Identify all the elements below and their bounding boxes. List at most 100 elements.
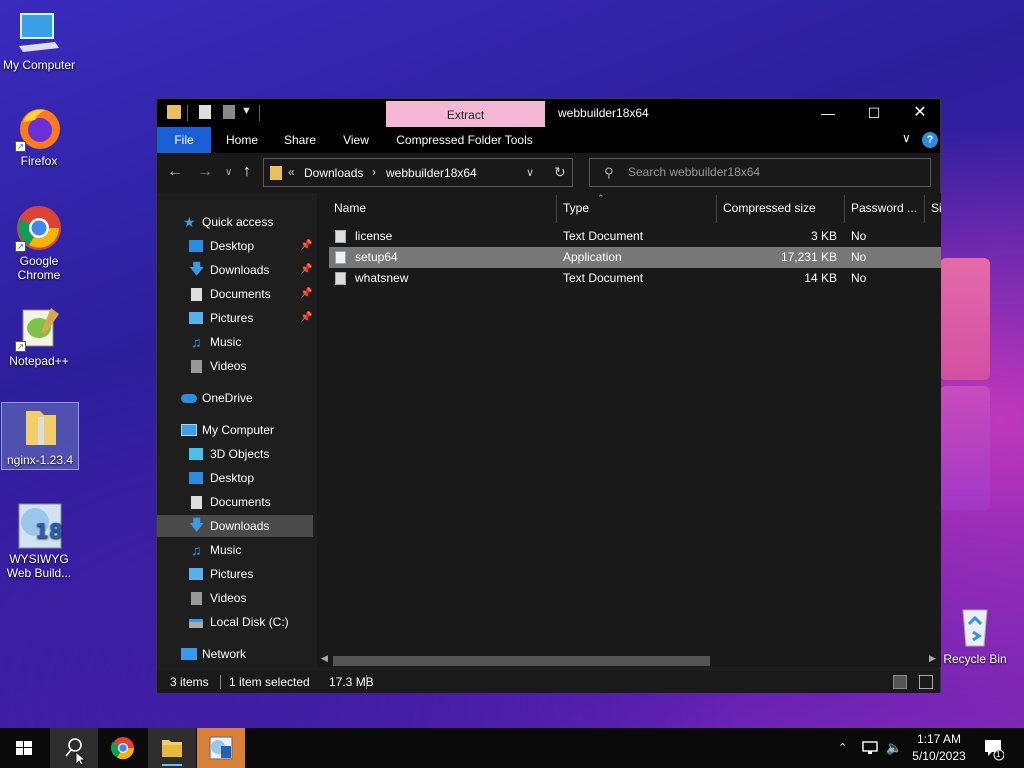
tab-share[interactable]: Share <box>275 127 325 153</box>
breadcrumb-webbuilder18x64[interactable]: webbuilder18x64 <box>386 166 477 180</box>
close-button[interactable]: ✕ <box>897 99 943 127</box>
text-document-icon <box>335 272 346 285</box>
properties-icon[interactable] <box>199 105 211 119</box>
forward-arrow-icon[interactable]: → <box>197 163 213 181</box>
column-header-name[interactable]: Name <box>334 197 366 219</box>
file-type: Text Document <box>563 229 644 243</box>
file-row-setup64[interactable]: setup64 Application 17,231 KB No <box>329 247 941 268</box>
help-icon[interactable]: ? <box>922 132 938 148</box>
taskbar-search-button[interactable] <box>50 728 98 768</box>
sidebar-item-desktop[interactable]: Desktop <box>157 467 313 489</box>
desktop-icon-wysiwyg-web-builder[interactable]: 18 WYSIWYG Web Build... <box>0 502 78 580</box>
start-button[interactable] <box>0 728 48 768</box>
desktop-icon-google-chrome[interactable]: ↗ Google Chrome <box>0 204 78 282</box>
column-separator[interactable] <box>924 195 925 223</box>
sidebar-item-network[interactable]: Network <box>157 643 313 665</box>
column-separator[interactable] <box>556 195 557 223</box>
pin-icon[interactable]: 📌 <box>300 259 312 281</box>
recent-locations-chevron-icon[interactable]: ∨ <box>225 167 232 178</box>
sidebar-item-videos-quick[interactable]: Videos <box>157 355 313 377</box>
notification-center-button[interactable]: 1 <box>982 728 1006 768</box>
wallpaper-logo-pane-bottom <box>940 386 990 510</box>
zip-folder-icon <box>16 403 64 451</box>
sidebar-item-documents[interactable]: Documents <box>157 491 313 513</box>
system-clock[interactable]: 1:17 AM 5/10/2023 <box>900 731 978 765</box>
pictures-icon <box>189 568 203 580</box>
desktop-icon-nginx-folder[interactable]: nginx-1.23.4 <box>1 402 79 470</box>
web-builder-icon <box>209 736 233 760</box>
desktop-icon <box>189 472 203 484</box>
show-hidden-icons-chevron[interactable]: ⌃ <box>838 728 847 768</box>
taskbar-web-builder[interactable] <box>197 728 245 768</box>
sidebar-item-videos[interactable]: Videos <box>157 587 313 609</box>
sidebar-item-desktop-quick[interactable]: Desktop 📌 <box>157 235 313 257</box>
sidebar-item-downloads-quick[interactable]: 🡇 Downloads 📌 <box>157 259 313 281</box>
firefox-icon: ↗ <box>15 104 63 152</box>
column-header-password[interactable]: Password ... <box>851 197 917 219</box>
sidebar-item-music[interactable]: ♫ Music <box>157 539 313 561</box>
column-header-type[interactable]: Type <box>563 197 589 219</box>
pin-icon[interactable]: 📌 <box>300 307 312 329</box>
text-document-icon <box>335 230 346 243</box>
breadcrumb-downloads[interactable]: Downloads <box>304 166 363 180</box>
customize-quick-access-icon[interactable]: ▼ <box>241 105 252 121</box>
sidebar-item-pictures-quick[interactable]: Pictures 📌 <box>157 307 313 329</box>
tab-view[interactable]: View <box>331 127 381 153</box>
desktop-icon-recycle-bin[interactable]: Recycle Bin <box>936 602 1014 666</box>
ribbon-tabs: File Home Share View Compressed Folder T… <box>157 127 940 153</box>
address-bar[interactable]: « Downloads › webbuilder18x64 ∨ ↻ <box>263 158 573 187</box>
sidebar-item-pictures[interactable]: Pictures <box>157 563 313 585</box>
details-view-icon[interactable] <box>893 675 907 689</box>
desktop-icon-firefox[interactable]: ↗ Firefox <box>0 104 78 168</box>
network-status-icon[interactable] <box>862 741 880 755</box>
column-header-compressed-size[interactable]: Compressed size <box>723 197 816 219</box>
scrollbar-thumb[interactable] <box>333 656 710 666</box>
taskbar-chrome[interactable] <box>99 728 147 768</box>
file-row-whatsnew[interactable]: whatsnew Text Document 14 KB No <box>329 268 941 289</box>
pin-icon[interactable]: 📌 <box>300 283 312 305</box>
wallpaper-logo-pane-top <box>940 258 990 380</box>
sidebar-item-local-disk[interactable]: Local Disk (C:) <box>157 611 313 633</box>
desktop-icon-notepad-plus-plus[interactable]: ↗ Notepad++ <box>0 304 78 368</box>
back-arrow-icon[interactable]: ← <box>167 163 183 181</box>
cube-icon <box>189 448 203 460</box>
column-separator[interactable] <box>844 195 845 223</box>
extract-context-tab[interactable]: Extract <box>386 101 545 128</box>
sidebar-item-quick-access[interactable]: ★ Quick access <box>157 211 313 233</box>
column-header-size[interactable]: Siz <box>931 197 941 219</box>
sidebar-item-my-computer[interactable]: My Computer <box>157 419 313 441</box>
shortcut-arrow-icon: ↗ <box>15 241 26 252</box>
minimize-button[interactable]: — <box>805 99 851 127</box>
shortcut-arrow-icon: ↗ <box>15 341 26 352</box>
sidebar-item-music-quick[interactable]: ♫ Music <box>157 331 313 353</box>
desktop-icon-label: nginx-1.23.4 <box>6 453 74 467</box>
file-row-license[interactable]: license Text Document 3 KB No <box>329 226 941 247</box>
scroll-left-arrow-icon[interactable]: ◀ <box>321 653 328 664</box>
tab-compressed-folder-tools[interactable]: Compressed Folder Tools <box>387 127 542 153</box>
search-box[interactable]: ⚲ <box>589 158 931 187</box>
sidebar-item-documents-quick[interactable]: Documents 📌 <box>157 283 313 305</box>
window-title: webbuilder18x64 <box>558 106 649 120</box>
sidebar-item-downloads[interactable]: 🡇 Downloads <box>157 515 313 537</box>
sidebar-item-onedrive[interactable]: OneDrive <box>157 387 313 409</box>
horizontal-scrollbar[interactable]: ◀ ▶ <box>317 653 941 667</box>
refresh-icon[interactable]: ↻ <box>554 164 566 181</box>
new-folder-icon[interactable] <box>223 105 235 119</box>
up-arrow-icon[interactable]: ↑ <box>243 163 251 181</box>
column-separator[interactable] <box>716 195 717 223</box>
pin-icon[interactable]: 📌 <box>300 235 312 257</box>
breadcrumb-overflow-icon[interactable]: « <box>288 165 295 179</box>
expand-ribbon-chevron-icon[interactable]: ∨ <box>902 131 911 145</box>
search-input[interactable] <box>628 165 918 179</box>
tab-file[interactable]: File <box>157 127 211 153</box>
address-dropdown-chevron-icon[interactable]: ∨ <box>526 166 534 179</box>
file-password: No <box>851 250 867 264</box>
breadcrumb-separator-icon[interactable]: › <box>372 165 376 179</box>
scroll-right-arrow-icon[interactable]: ▶ <box>929 653 936 664</box>
sidebar-item-3d-objects[interactable]: 3D Objects <box>157 443 313 465</box>
taskbar-file-explorer[interactable] <box>148 728 196 768</box>
maximize-button[interactable]: ☐ <box>851 99 897 127</box>
desktop-icon-my-computer[interactable]: My Computer <box>0 8 78 72</box>
tab-home[interactable]: Home <box>217 127 267 153</box>
large-icons-view-icon[interactable] <box>919 675 933 689</box>
